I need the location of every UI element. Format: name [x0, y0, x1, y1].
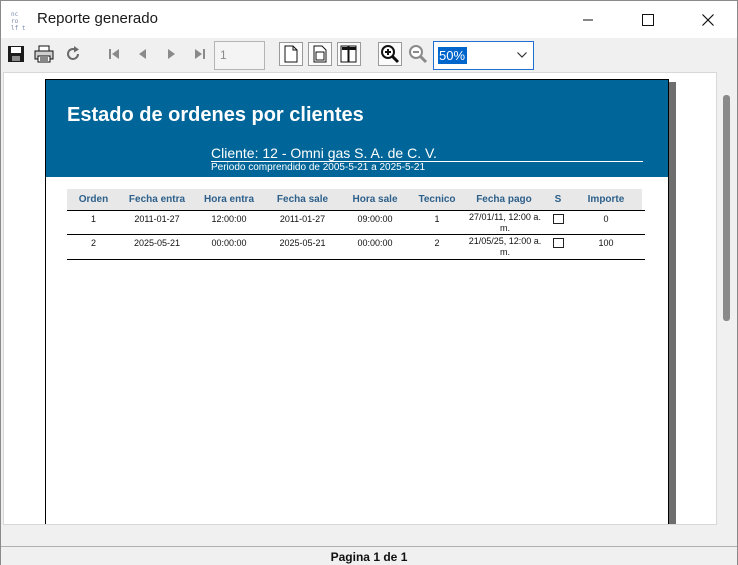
status-current-page: 1: [373, 550, 380, 564]
page-width-icon: [284, 45, 298, 63]
app-icon-line: lf t: [11, 25, 26, 32]
next-page-button[interactable]: [159, 42, 183, 66]
zoom-in-button[interactable]: [378, 42, 402, 66]
whole-page-icon: [313, 45, 327, 63]
cell-orden: 2: [90, 238, 96, 248]
cell-s-checkbox[interactable]: [553, 238, 564, 248]
cell-fecha-pago: 27/01/11, 12:00 a.: [469, 212, 541, 222]
maximize-button[interactable]: [625, 1, 671, 38]
report-title: Estado de ordenes por clientes: [67, 104, 364, 126]
column-header-hora-entra: Hora entra: [203, 194, 254, 205]
column-header-importe: Importe: [587, 194, 625, 205]
first-page-icon: [109, 49, 119, 59]
column-header-s: S: [554, 194, 562, 205]
zoom-out-icon: [409, 45, 428, 64]
zoom-select[interactable]: 50%: [433, 41, 534, 70]
last-page-button[interactable]: [188, 42, 212, 66]
cell-fecha-entra: 2011-01-27: [134, 214, 180, 224]
whole-page-button[interactable]: [308, 42, 332, 66]
next-page-icon: [168, 49, 175, 59]
close-icon: [702, 13, 714, 26]
report-header: Estado de ordenes por clientes Cliente: …: [46, 80, 668, 177]
table-divider: [67, 259, 645, 260]
app-icon-line: ro: [11, 18, 19, 25]
status-total-pages: 1: [400, 550, 408, 564]
save-button[interactable]: [4, 42, 28, 66]
zoom-value: 50%: [438, 47, 468, 64]
cell-fecha-entra: 2025-05-21: [133, 238, 181, 248]
column-header-hora-sale: Hora sale: [352, 194, 398, 205]
report-client: Cliente: 12 - Omni gas S. A. de C. V.: [211, 145, 643, 162]
column-header-fecha-entra: Fecha entra: [128, 194, 186, 205]
report-window: nc ro lf t Reporte generado 1 50% Estado…: [0, 0, 738, 565]
two-pages-button[interactable]: [337, 42, 361, 66]
status-of: de: [383, 550, 398, 564]
window-title: Reporte generado: [37, 10, 158, 27]
first-page-button[interactable]: [102, 42, 126, 66]
app-icon: nc ro lf t: [11, 11, 27, 32]
toolbar: 1 50%: [1, 38, 737, 72]
last-page-icon: [195, 49, 205, 59]
cell-hora-sale: 00:00:00: [357, 238, 393, 248]
cell-orden: 1: [90, 214, 96, 224]
column-header-fecha-sale: Fecha sale: [276, 194, 329, 205]
cell-importe: 0: [603, 214, 609, 224]
cell-hora-entra: 00:00:00: [211, 238, 247, 248]
column-header-fecha-pago: Fecha pago: [476, 194, 532, 205]
title-bar: nc ro lf t Reporte generado: [1, 1, 737, 38]
report-preview-area: Estado de ordenes por clientes Cliente: …: [3, 72, 717, 525]
print-icon: [34, 45, 54, 63]
cell-fecha-sale: 2011-01-27: [279, 214, 326, 224]
cell-fecha-pago: 21/05/25, 12:00 a.: [468, 236, 542, 246]
app-icon-line: nc: [11, 11, 19, 18]
status-bar: Pagina 1 de 1: [1, 546, 737, 565]
table-divider: [67, 210, 645, 211]
minimize-button[interactable]: [565, 1, 611, 38]
zoom-out-button[interactable]: [406, 42, 430, 66]
table-header: Orden Fecha entra Hora entra Fecha sale …: [67, 189, 642, 210]
column-header-orden: Orden: [78, 194, 109, 205]
refresh-button[interactable]: [61, 42, 85, 66]
chevron-down-icon: [517, 52, 527, 58]
cell-tecnico: 2: [434, 238, 440, 248]
cell-tecnico: 1: [434, 214, 440, 224]
cell-hora-entra: 12:00:00: [211, 214, 247, 224]
cell-importe: 100: [598, 238, 614, 248]
minimize-icon: [583, 19, 593, 20]
zoom-in-icon: [381, 45, 400, 64]
cell-fecha-sale: 2025-05-21: [279, 238, 326, 248]
save-icon: [8, 46, 24, 62]
cell-fecha-pago-cont: m.: [500, 247, 510, 257]
prev-page-icon: [139, 49, 146, 59]
refresh-icon: [67, 46, 79, 60]
report-page: Estado de ordenes por clientes Cliente: …: [45, 79, 669, 524]
cell-fecha-pago-cont: m.: [500, 223, 510, 233]
report-period: Periodo comprendido de 2005-5-21 a 2025-…: [211, 162, 426, 173]
print-button[interactable]: [32, 42, 56, 66]
vertical-scrollbar-thumb[interactable]: [723, 95, 730, 321]
close-button[interactable]: [685, 1, 731, 38]
status-page-prefix: Pagina: [330, 550, 370, 564]
maximize-icon: [642, 13, 654, 26]
column-header-tecnico: Tecnico: [418, 194, 456, 205]
prev-page-button[interactable]: [131, 42, 155, 66]
page-width-button[interactable]: [279, 42, 303, 66]
page-number-input[interactable]: 1: [214, 41, 265, 70]
cell-s-checkbox[interactable]: [553, 214, 564, 224]
cell-hora-sale: 09:00:00: [357, 214, 393, 224]
table-divider: [67, 234, 645, 235]
two-pages-icon: [340, 45, 357, 63]
